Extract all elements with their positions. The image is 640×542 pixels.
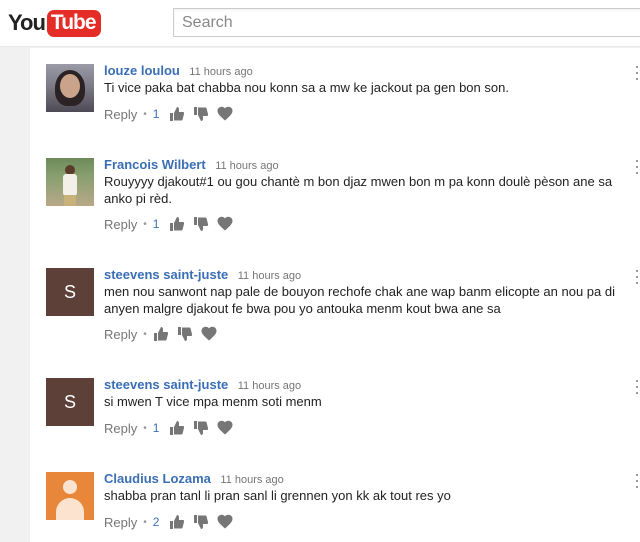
heart-icon[interactable] [217,106,233,122]
comments-section: louze loulou 11 hours ago Ti vice paka b… [30,48,640,542]
thumbs-up-icon[interactable] [169,514,185,530]
heart-icon[interactable] [217,420,233,436]
heart-icon[interactable] [217,216,233,232]
more-options-icon[interactable] [634,270,640,284]
thumbs-up-icon[interactable] [169,420,185,436]
comment-actions: Reply • 2 [104,513,241,531]
heart-icon[interactable] [201,326,217,342]
comment-text: si mwen T vice mpa menm soti menm [104,394,322,409]
comment-text: Ti vice paka bat chabba nou konn sa a mw… [104,80,509,95]
comment-text: shabba pran tanl li pran sanl li grennen… [104,488,451,503]
thumbs-down-icon[interactable] [177,326,193,342]
search-box[interactable] [173,8,640,37]
author-link[interactable]: louze loulou [104,63,180,78]
logo-text-tube: Tube [46,9,101,37]
comment-actions: Reply • [104,325,225,343]
timestamp[interactable]: 11 hours ago [238,270,301,282]
thumbs-up-icon[interactable] [169,106,185,122]
reply-button[interactable]: Reply [104,515,137,530]
comment-header: louze loulou 11 hours ago [104,62,253,80]
comment-actions: Reply • 1 [104,419,241,437]
separator-dot: • [143,422,147,434]
avatar[interactable] [46,64,94,112]
timestamp[interactable]: 11 hours ago [189,66,252,78]
avatar[interactable] [46,472,94,520]
author-link[interactable]: Francois Wilbert [104,157,206,172]
avatar-letter: S [63,281,76,302]
search-input[interactable] [174,9,640,36]
comment-actions: Reply • 1 [104,215,241,233]
avatar[interactable] [46,158,94,206]
timestamp[interactable]: 11 hours ago [220,474,283,486]
like-count: 1 [152,107,160,121]
timestamp[interactable]: 11 hours ago [238,380,301,392]
thumbs-up-icon[interactable] [169,216,185,232]
reply-button[interactable]: Reply [104,421,137,436]
reply-button[interactable]: Reply [104,217,137,232]
more-options-icon[interactable] [634,66,640,80]
thumbs-down-icon[interactable] [193,514,209,530]
thumbs-up-icon[interactable] [153,326,169,342]
separator-dot: • [143,516,147,528]
comment-text: Rouyyyy djakout#1 ou gou chantè m bon dj… [104,174,613,206]
comment-header: Francois Wilbert 11 hours ago [104,156,279,174]
comment-actions: Reply • 1 [104,105,241,123]
logo-text-you: You [8,10,46,35]
thumbs-down-icon[interactable] [193,216,209,232]
comment-header: Claudius Lozama 11 hours ago [104,470,284,488]
reply-button[interactable]: Reply [104,327,137,342]
like-count: 1 [152,217,160,231]
like-count: 1 [152,421,160,435]
author-link[interactable]: steevens saint-juste [104,377,228,392]
more-options-icon[interactable] [634,474,640,488]
avatar[interactable]: S [46,268,94,316]
comment-header: steevens saint-juste 11 hours ago [104,266,301,284]
separator-dot: • [143,108,147,120]
separator-dot: • [143,328,147,340]
youtube-logo[interactable]: You Tube [8,8,101,38]
like-count: 2 [152,515,160,529]
avatar-letter: S [63,391,76,412]
separator-dot: • [143,218,147,230]
author-link[interactable]: Claudius Lozama [104,471,211,486]
reply-button[interactable]: Reply [104,107,137,122]
top-bar: You Tube [0,0,640,47]
thumbs-down-icon[interactable] [193,420,209,436]
avatar[interactable]: S [46,378,94,426]
more-options-icon[interactable] [634,160,640,174]
comment-header: steevens saint-juste 11 hours ago [104,376,301,394]
more-options-icon[interactable] [634,380,640,394]
thumbs-down-icon[interactable] [193,106,209,122]
comment-text: men nou sanwont nap pale de bouyon recho… [104,284,615,316]
heart-icon[interactable] [217,514,233,530]
author-link[interactable]: steevens saint-juste [104,267,228,282]
timestamp[interactable]: 11 hours ago [215,160,278,172]
